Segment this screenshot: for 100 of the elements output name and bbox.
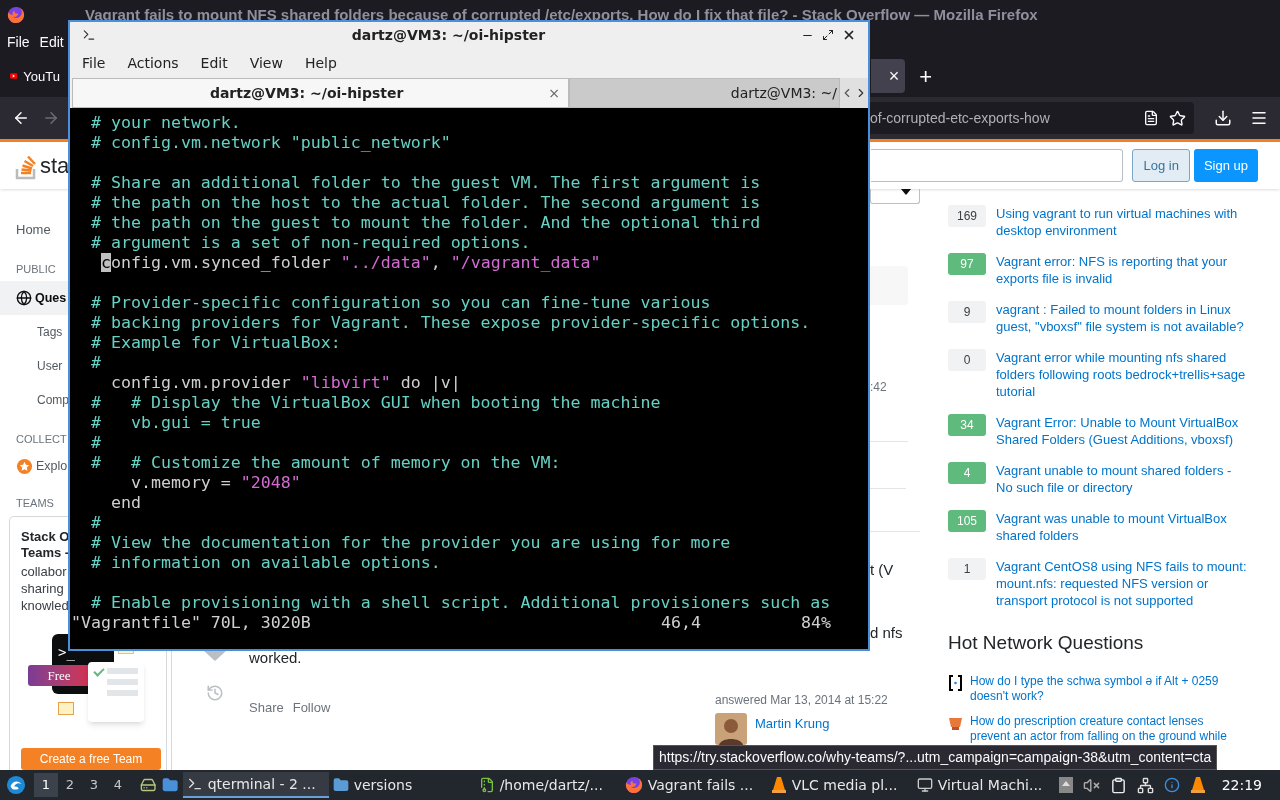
code-line: # the path on the guest to mount the folder. And the optional third bbox=[89, 213, 761, 233]
network-icon[interactable] bbox=[1136, 776, 1154, 794]
menu-item[interactable]: File bbox=[7, 32, 30, 54]
menu-item[interactable]: Edit bbox=[189, 52, 239, 74]
code-line: # config.vm.network "public_network" bbox=[89, 133, 451, 153]
browser-tab[interactable]: YouTu bbox=[4, 59, 66, 94]
file-info: "Vagrantfile" 70L, 3020B bbox=[71, 613, 312, 633]
cursor-position: 46,4 bbox=[661, 613, 702, 633]
nav-link[interactable]: Explo bbox=[0, 451, 68, 481]
nav-link[interactable]: Ques bbox=[0, 281, 68, 315]
nav-link[interactable]: Tags bbox=[0, 315, 66, 349]
question-link[interactable]: How do prescription creature contact lenses prevent an actor from falling on the ground while bbox=[970, 713, 1240, 744]
tab-close[interactable]: × bbox=[888, 62, 900, 90]
action-link[interactable]: Follow bbox=[292, 697, 331, 745]
code-line: # Provider-specific configuration so you can fine-tune various bbox=[89, 293, 711, 313]
question-link[interactable]: Vagrant Error: Unable to Mount VirtualBox Shared Folders (Guest Additions, vboxsf) bbox=[996, 414, 1251, 448]
browser-logo-icon bbox=[7, 5, 25, 24]
question-link[interactable]: Vagrant was unable to mount VirtualBox shared folders bbox=[996, 510, 1251, 544]
code-line: # Enable provisioning with a shell script. Additional provisioners such as bbox=[89, 593, 831, 613]
browser-icon bbox=[624, 776, 643, 794]
login-button[interactable]: Log in bbox=[1132, 149, 1190, 182]
action-link[interactable]: Share bbox=[249, 697, 284, 745]
url-text: of-corrupted-etc-exports-how bbox=[870, 108, 1051, 128]
clock: 22:19 bbox=[1221, 775, 1262, 795]
menu-item[interactable]: Edit bbox=[39, 32, 64, 54]
brackets-icon bbox=[948, 674, 963, 691]
code-line: # # Display the VirtualBox GUI when booting the machine bbox=[89, 393, 661, 413]
section-title: Hot Network Questions bbox=[948, 631, 1145, 655]
code-line: # Share an additional folder to the guest VM. The first argument is bbox=[89, 173, 761, 193]
workspace-button[interactable]: 2 bbox=[57, 773, 82, 797]
task-button[interactable]: qterminal - 2 ... bbox=[182, 772, 329, 798]
nav-link[interactable]: Home bbox=[0, 213, 66, 247]
body-text: t (V bbox=[870, 560, 895, 580]
menu-item[interactable]: Help bbox=[293, 52, 348, 74]
new-tab-button[interactable]: + bbox=[919, 59, 932, 93]
start-menu-icon[interactable] bbox=[6, 774, 26, 796]
code-line: end bbox=[109, 493, 141, 513]
eject-icon[interactable] bbox=[1058, 777, 1073, 793]
question-link[interactable]: How do I type the schwa symbol ə if Alt + 0259 doesn't work? bbox=[970, 673, 1240, 704]
workspace-button[interactable]: 4 bbox=[105, 773, 130, 797]
maximize-icon[interactable] bbox=[822, 29, 834, 41]
download-icon[interactable] bbox=[1214, 109, 1232, 128]
workspace-button[interactable]: 1 bbox=[33, 773, 58, 797]
score-badge: 105 bbox=[948, 510, 986, 532]
close-icon[interactable] bbox=[842, 28, 856, 42]
code-line: config.vm.synced_folder "../data", "/vagrant_data" bbox=[99, 253, 601, 273]
code-line: # bbox=[89, 353, 101, 373]
workspace-button[interactable]: 3 bbox=[81, 773, 106, 797]
question-link[interactable]: Vagrant unable to mount shared folders - No such file or directory bbox=[996, 462, 1251, 496]
free-badge: Free bbox=[28, 665, 90, 686]
code-line: # View the documentation for the provider you are using for more bbox=[89, 533, 731, 553]
question-link[interactable]: Vagrant error while mounting nfs shared folders following roots bedrock+trellis+sage tutorial bbox=[996, 349, 1251, 400]
code-line: # bbox=[89, 513, 101, 533]
star-badge-icon bbox=[16, 457, 33, 475]
info-icon[interactable] bbox=[1163, 777, 1180, 793]
tab-close[interactable]: × bbox=[540, 82, 568, 104]
question-link[interactable]: vagrant : Failed to mount folders in Linux guest, "vboxsf" file system is not available? bbox=[996, 301, 1251, 335]
clipboard-icon[interactable] bbox=[1109, 776, 1127, 794]
task-label: versions bbox=[353, 775, 413, 795]
terminal-tab[interactable]: dartz@VM3: ~/ bbox=[569, 78, 840, 108]
task-button[interactable]: VLC media pl... bbox=[766, 772, 913, 798]
folder-icon[interactable] bbox=[162, 776, 179, 794]
menu-item[interactable]: File bbox=[71, 52, 117, 74]
question-link[interactable]: Vagrant CentOS8 using NFS fails to mount: mount.nfs: requested NFS version or transport protocol is not supported bbox=[996, 558, 1251, 609]
task-button[interactable]: versions bbox=[328, 772, 475, 798]
code-line: # backing providers for Vagrant. These expose provider-specific options. bbox=[89, 313, 811, 333]
code-line: v.memory = "2048" bbox=[129, 473, 301, 493]
score-badge: 1 bbox=[948, 558, 986, 580]
task-button[interactable]: Vagrant fails ... bbox=[620, 772, 767, 798]
task-label: VLC media pl... bbox=[791, 775, 898, 795]
menu-item[interactable]: View bbox=[238, 52, 294, 74]
drive-icon[interactable] bbox=[139, 776, 157, 794]
question-link[interactable]: Using vagrant to run virtual machines with desktop environment bbox=[996, 205, 1251, 239]
window-title: dartz@VM3: ~/oi-hipster bbox=[350, 25, 547, 45]
mute-icon[interactable] bbox=[1082, 776, 1100, 794]
nav-link[interactable]: Comp bbox=[0, 383, 66, 417]
task-label: qterminal - 2 ... bbox=[207, 774, 316, 794]
terminal-tab[interactable]: dartz@VM3: ~/oi-hipster × bbox=[72, 78, 569, 108]
score-badge: 0 bbox=[948, 349, 986, 371]
archive-icon bbox=[478, 777, 495, 793]
score-badge: 9 bbox=[948, 301, 986, 323]
task-button[interactable]: /home/dartz/... bbox=[474, 772, 621, 798]
tab-label: dartz@VM3: ~/ bbox=[730, 83, 837, 103]
menu-item[interactable]: Actions bbox=[116, 52, 190, 74]
link-preview: https://try.stackoverflow.co/why-teams/?...utm_campaign=campaign-38&utm_content=cta bbox=[653, 745, 1218, 770]
question-link[interactable]: Vagrant error: NFS is reporting that your exports file is invalid bbox=[996, 253, 1251, 287]
url-field[interactable]: of-corrupted-etc-exports-how bbox=[868, 102, 1194, 135]
code-line: # # Customize the amount of memory on the VM: bbox=[89, 453, 561, 473]
reader-view-icon[interactable] bbox=[1143, 110, 1159, 127]
section-heading: COLLECT bbox=[16, 431, 67, 447]
author-link[interactable]: Martin Krung bbox=[755, 713, 830, 745]
browser-tab[interactable]: × bbox=[871, 59, 906, 94]
search-field[interactable] bbox=[871, 149, 1124, 182]
traffic-cone-icon bbox=[770, 776, 787, 794]
code-line: # your network. bbox=[89, 113, 241, 133]
task-label: Vagrant fails ... bbox=[647, 775, 754, 795]
timestamp: :42 bbox=[870, 379, 888, 396]
task-button[interactable]: Virtual Machi... bbox=[912, 772, 1059, 798]
star-icon[interactable] bbox=[1169, 109, 1186, 127]
nav-link[interactable]: User bbox=[0, 349, 66, 383]
